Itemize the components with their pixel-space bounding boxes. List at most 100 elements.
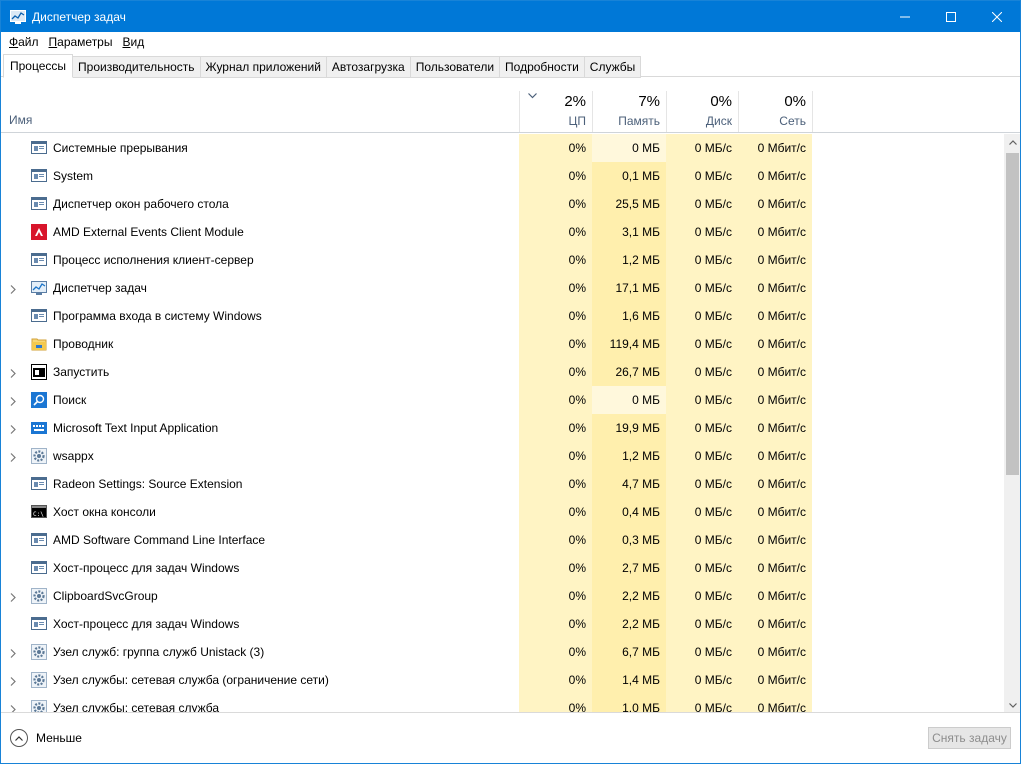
disk-total: 0%	[710, 93, 732, 110]
table-row[interactable]: Microsoft Text Input Application 0% 19,9 М…	[1, 414, 1004, 442]
disk-value: 0 МБ/с	[666, 554, 738, 582]
memory-value: 1,4 МБ	[592, 666, 666, 694]
tab-performance[interactable]: Производительность	[73, 56, 201, 78]
disk-value: 0 МБ/с	[666, 526, 738, 554]
close-button[interactable]	[974, 1, 1020, 32]
chevron-down-icon	[1008, 703, 1017, 708]
window-icon	[31, 476, 47, 492]
table-row[interactable]: Программа входа в систему Windows 0% 1,6 М…	[1, 302, 1004, 330]
amd-icon	[31, 224, 47, 240]
tab-processes[interactable]: Процессы	[3, 54, 74, 78]
table-row[interactable]: Процесс исполнения клиент-сервер 0% 1,2 МБ…	[1, 246, 1004, 274]
network-value: 0 Мбит/с	[738, 554, 812, 582]
process-name: Процесс исполнения клиент-сервер	[53, 253, 254, 267]
expand-chevron-icon[interactable]	[10, 451, 18, 462]
column-header-name[interactable]: Имя	[9, 113, 32, 127]
cpu-value: 0%	[519, 274, 592, 302]
network-value: 0 Мбит/с	[738, 526, 812, 554]
table-row[interactable]: Хост-процесс для задач Windows 0% 2,7 МБ 0 …	[1, 554, 1004, 582]
table-row[interactable]: C:\ Хост окна консоли 0% 0,4 МБ 0 МБ/с 0 Мбит…	[1, 498, 1004, 526]
cpu-value: 0%	[519, 218, 592, 246]
fewer-details-button[interactable]: Меньше	[10, 729, 82, 747]
menu-view[interactable]: Вид	[117, 35, 149, 49]
table-row[interactable]: Запустить 0% 26,7 МБ 0 МБ/с 0 Мбит/с	[1, 358, 1004, 386]
title-bar[interactable]: Диспетчер задач	[1, 1, 1020, 32]
network-value: 0 Мбит/с	[738, 582, 812, 610]
window-icon	[31, 252, 47, 268]
tab-services[interactable]: Службы	[584, 56, 642, 78]
table-row[interactable]: Проводник 0% 119,4 МБ 0 МБ/с 0 Мбит/с	[1, 330, 1004, 358]
tab-startup[interactable]: Автозагрузка	[326, 56, 411, 78]
menu-file[interactable]: Файл	[4, 35, 44, 49]
disk-value: 0 МБ/с	[666, 274, 738, 302]
table-row[interactable]: Radeon Settings: Source Extension 0% 4,7 М…	[1, 470, 1004, 498]
memory-value: 26,7 МБ	[592, 358, 666, 386]
cpu-value: 0%	[519, 134, 592, 162]
cpu-value: 0%	[519, 526, 592, 554]
expand-chevron-icon[interactable]	[10, 395, 18, 406]
memory-total: 7%	[638, 93, 660, 110]
tab-strip: Процессы Производительность Журнал прило…	[3, 54, 642, 78]
column-header-disk[interactable]: 0% Диск	[666, 77, 738, 133]
table-row[interactable]: Хост-процесс для задач Windows 0% 2,2 МБ 0 …	[1, 610, 1004, 638]
window-title: Диспетчер задач	[32, 9, 126, 24]
memory-value: 0 МБ	[592, 134, 666, 162]
end-task-button[interactable]: Снять задачу	[928, 727, 1011, 749]
process-name: Хост-процесс для задач Windows	[53, 617, 240, 631]
tab-details[interactable]: Подробности	[500, 56, 585, 78]
table-row[interactable]: Узел службы: сетевая служба (ограничение…	[1, 666, 1004, 694]
gear-icon	[31, 588, 47, 604]
disk-value: 0 МБ/с	[666, 638, 738, 666]
memory-value: 17,1 МБ	[592, 274, 666, 302]
expand-chevron-icon[interactable]	[10, 647, 18, 658]
minimize-button[interactable]	[882, 1, 928, 32]
table-row[interactable]: AMD Software Command Line Interface 0% 0,3…	[1, 526, 1004, 554]
disk-value: 0 МБ/с	[666, 386, 738, 414]
cpu-value: 0%	[519, 610, 592, 638]
memory-value: 1,2 МБ	[592, 246, 666, 274]
task-manager-icon	[10, 9, 26, 24]
vertical-scrollbar[interactable]	[1004, 134, 1020, 714]
disk-value: 0 МБ/с	[666, 610, 738, 638]
expand-chevron-icon[interactable]	[10, 703, 18, 714]
footer-bar: Меньше Снять задачу	[1, 712, 1020, 763]
scroll-thumb[interactable]	[1006, 153, 1019, 475]
column-header-cpu[interactable]: 2% ЦП	[519, 77, 592, 133]
scroll-up-button[interactable]	[1004, 134, 1020, 151]
cpu-value: 0%	[519, 554, 592, 582]
cpu-value: 0%	[519, 582, 592, 610]
memory-value: 19,9 МБ	[592, 414, 666, 442]
table-row[interactable]: Поиск 0% 0 МБ 0 МБ/с 0 Мбит/с	[1, 386, 1004, 414]
expand-chevron-icon[interactable]	[10, 591, 18, 602]
table-row[interactable]: wsappx 0% 1,2 МБ 0 МБ/с 0 Мбит/с	[1, 442, 1004, 470]
maximize-icon	[946, 11, 956, 22]
network-value: 0 Мбит/с	[738, 386, 812, 414]
table-row[interactable]: Узел служб: группа служб Unistack (3) 0% 6…	[1, 638, 1004, 666]
gear-icon	[31, 448, 47, 464]
expand-chevron-icon[interactable]	[10, 367, 18, 378]
table-row[interactable]: Узел службы: сетевая служба 0% 1,0 МБ 0 МБ/…	[1, 694, 1004, 714]
expand-chevron-icon[interactable]	[10, 283, 18, 294]
table-row[interactable]: ClipboardSvcGroup 0% 2,2 МБ 0 МБ/с 0 Мбит/с	[1, 582, 1004, 610]
expand-chevron-icon[interactable]	[10, 423, 18, 434]
column-separator[interactable]	[812, 91, 813, 132]
process-list: Системные прерывания 0% 0 МБ 0 МБ/с 0 Мбит/с…	[1, 134, 1004, 714]
table-row[interactable]: Диспетчер задач 0% 17,1 МБ 0 МБ/с 0 Мбит/с	[1, 274, 1004, 302]
table-row[interactable]: Диспетчер окон рабочего стола 0% 25,5 МБ 0 …	[1, 190, 1004, 218]
tab-users[interactable]: Пользователи	[410, 56, 501, 78]
maximize-button[interactable]	[928, 1, 974, 32]
tab-app-history[interactable]: Журнал приложений	[200, 56, 327, 78]
close-icon	[992, 11, 1002, 22]
expand-chevron-icon[interactable]	[10, 675, 18, 686]
network-value: 0 Мбит/с	[738, 162, 812, 190]
column-header-memory[interactable]: 7% Память	[592, 77, 666, 133]
run-icon	[31, 364, 47, 380]
column-header-network[interactable]: 0% Сеть	[738, 77, 812, 133]
menu-options[interactable]: Параметры	[44, 35, 118, 49]
table-row[interactable]: Системные прерывания 0% 0 МБ 0 МБ/с 0 Мбит/с	[1, 134, 1004, 162]
process-name: ClipboardSvcGroup	[53, 589, 158, 603]
disk-value: 0 МБ/с	[666, 694, 738, 714]
table-row[interactable]: AMD External Events Client Module 0% 3,1 М…	[1, 218, 1004, 246]
process-name: Узел службы: сетевая служба (ограничение…	[53, 673, 329, 687]
table-row[interactable]: System 0% 0,1 МБ 0 МБ/с 0 Мбит/с	[1, 162, 1004, 190]
